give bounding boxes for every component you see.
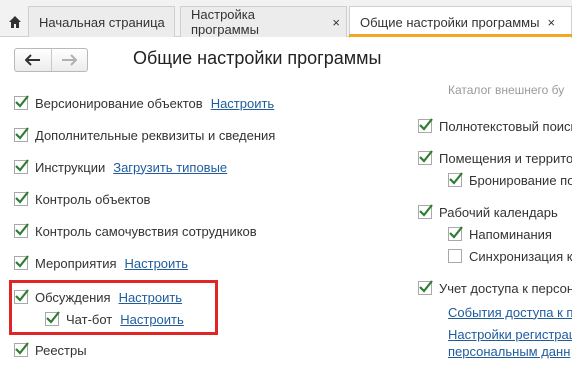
versioning-label: Версионирование объектов	[35, 95, 203, 111]
active-tab-indicator	[349, 34, 572, 37]
wellbeing-label: Контроль самочувствия сотрудников	[35, 223, 257, 239]
tab-settings-label: Настройка программы	[191, 7, 259, 37]
access-events-link[interactable]: События доступа к п	[448, 305, 572, 320]
rooms-checkbox[interactable]	[418, 150, 433, 165]
check-icon	[15, 255, 29, 268]
check-icon	[419, 150, 433, 163]
wellbeing-row: Контроль самочувствия сотрудников	[14, 222, 257, 240]
check-icon	[15, 223, 29, 236]
events-row: Мероприятия Настроить	[14, 254, 188, 272]
versioning-checkbox[interactable]	[14, 95, 29, 110]
sync-row: Синхронизация к	[448, 247, 572, 265]
check-icon	[449, 226, 463, 239]
back-button[interactable]	[15, 49, 51, 71]
booking-checkbox[interactable]	[448, 172, 463, 187]
reminders-label: Напоминания	[469, 226, 552, 242]
sync-label: Синхронизация к	[469, 248, 572, 264]
reg-settings-link[interactable]: Настройки регистрац	[448, 327, 572, 342]
personal-data-link[interactable]: персональным данн	[448, 344, 570, 359]
wellbeing-checkbox[interactable]	[14, 223, 29, 238]
sync-checkbox[interactable]	[448, 249, 462, 263]
instructions-label: Инструкции	[35, 159, 106, 175]
events-configure-link[interactable]: Настроить	[125, 256, 189, 271]
access-events-row: События доступа к п	[448, 303, 572, 321]
check-icon	[419, 118, 433, 131]
calendar-checkbox[interactable]	[418, 204, 433, 219]
check-icon	[449, 172, 463, 185]
fulltext-checkbox[interactable]	[418, 118, 433, 133]
nav-buttons	[14, 48, 88, 72]
object-control-checkbox[interactable]	[14, 191, 29, 206]
versioning-row: Версионирование объектов Настроить	[14, 94, 274, 112]
tab-bar: Начальная страница Настройка программы ×…	[0, 0, 572, 38]
access-row: Учет доступа к персон	[418, 279, 572, 297]
check-icon	[15, 95, 29, 108]
arrow-left-icon	[24, 54, 40, 66]
registers-checkbox[interactable]	[14, 342, 29, 357]
fulltext-label: Полнотекстовый поиск	[439, 118, 572, 134]
tab-general-settings-label: Общие настройки программы	[360, 15, 540, 30]
arrow-right-icon	[62, 54, 78, 66]
access-checkbox[interactable]	[418, 280, 433, 295]
home-icon[interactable]	[0, 6, 30, 37]
calendar-label: Рабочий календарь	[439, 204, 558, 220]
additional-props-row: Дополнительные реквизиты и сведения	[14, 126, 275, 144]
additional-props-checkbox[interactable]	[14, 127, 29, 142]
external-catalog-text: Каталог внешнего бу	[448, 83, 565, 97]
highlight-frame	[9, 280, 218, 335]
instructions-row: Инструкции Загрузить типовые	[14, 158, 227, 176]
tab-home[interactable]: Начальная страница	[28, 6, 175, 37]
instructions-checkbox[interactable]	[14, 159, 29, 174]
check-icon	[15, 159, 29, 172]
additional-props-label: Дополнительные реквизиты и сведения	[35, 127, 276, 143]
object-control-label: Контроль объектов	[35, 191, 151, 207]
rooms-row: Помещения и террито	[418, 149, 572, 167]
close-icon[interactable]: ×	[332, 15, 340, 30]
check-icon	[15, 191, 29, 204]
close-icon[interactable]: ×	[547, 15, 555, 30]
access-label: Учет доступа к персон	[439, 280, 572, 296]
events-label: Мероприятия	[35, 255, 117, 271]
check-icon	[15, 342, 29, 355]
events-checkbox[interactable]	[14, 255, 29, 270]
booking-label: Бронирование по	[469, 172, 572, 188]
booking-row: Бронирование по	[448, 171, 572, 189]
registers-label: Реестры	[35, 342, 87, 358]
fulltext-row: Полнотекстовый поиск	[418, 117, 572, 135]
forward-button[interactable]	[50, 49, 88, 71]
reminders-checkbox[interactable]	[448, 226, 463, 241]
personal-data-row: персональным данн	[448, 342, 570, 360]
instructions-load-link[interactable]: Загрузить типовые	[113, 160, 227, 175]
object-control-row: Контроль объектов	[14, 190, 150, 208]
registers-row: Реестры	[14, 341, 87, 359]
check-icon	[15, 127, 29, 140]
versioning-configure-link[interactable]: Настроить	[211, 96, 275, 111]
check-icon	[419, 280, 433, 293]
tab-settings[interactable]: Настройка программы ×	[180, 6, 347, 37]
calendar-row: Рабочий календарь	[418, 203, 558, 221]
reminders-row: Напоминания	[448, 225, 552, 243]
tab-home-label: Начальная страница	[39, 14, 165, 30]
check-icon	[419, 204, 433, 217]
reg-settings-row: Настройки регистрац	[448, 325, 572, 343]
rooms-label: Помещения и террито	[439, 150, 572, 166]
page-title: Общие настройки программы	[133, 48, 382, 68]
